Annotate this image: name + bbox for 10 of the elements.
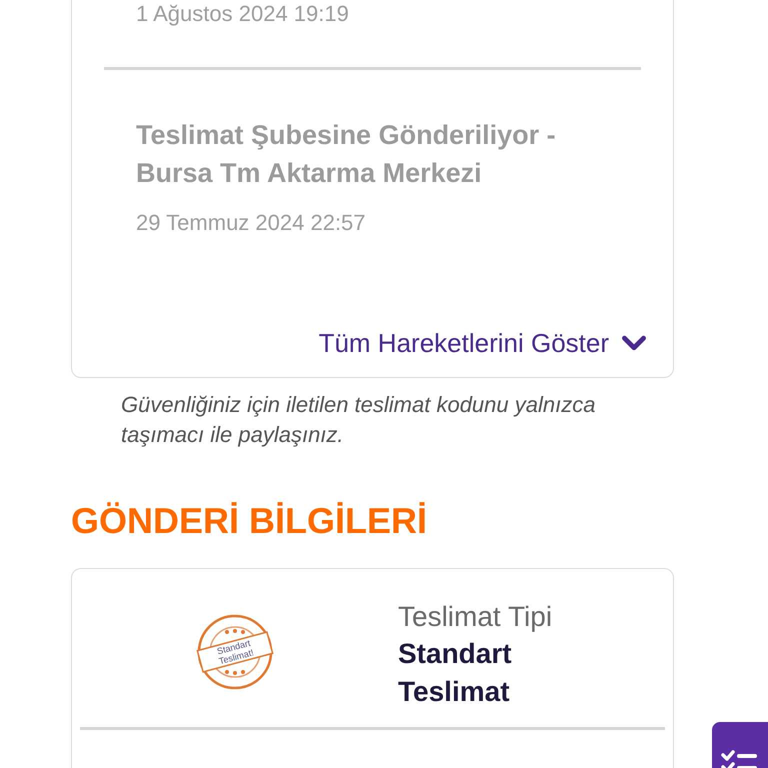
delivery-type-label: Teslimat Tipi (398, 601, 554, 633)
stamp-icon: Standart Teslimat! (195, 612, 275, 692)
delivery-type-value: Standart Teslimat (398, 637, 513, 709)
event-title: Teslimat Şubesine Gönderiliyor - Bursa Tm Aktarma Merkezi (136, 119, 557, 190)
section-heading: GÖNDERİ BİLGİLERİ (71, 500, 428, 542)
show-all-link[interactable]: Tüm Hareketlerini Göster (318, 328, 647, 359)
event-date: 29 Temmuz 2024 22:57 (136, 210, 367, 236)
event-date: 1 Ağustos 2024 19:19 (136, 1, 350, 27)
security-note: Güvenliğiniz için iletilen teslimat kodunu yalnızca taşımacı ile paylaşınız. (121, 391, 596, 449)
chevron-down-icon (621, 335, 647, 352)
